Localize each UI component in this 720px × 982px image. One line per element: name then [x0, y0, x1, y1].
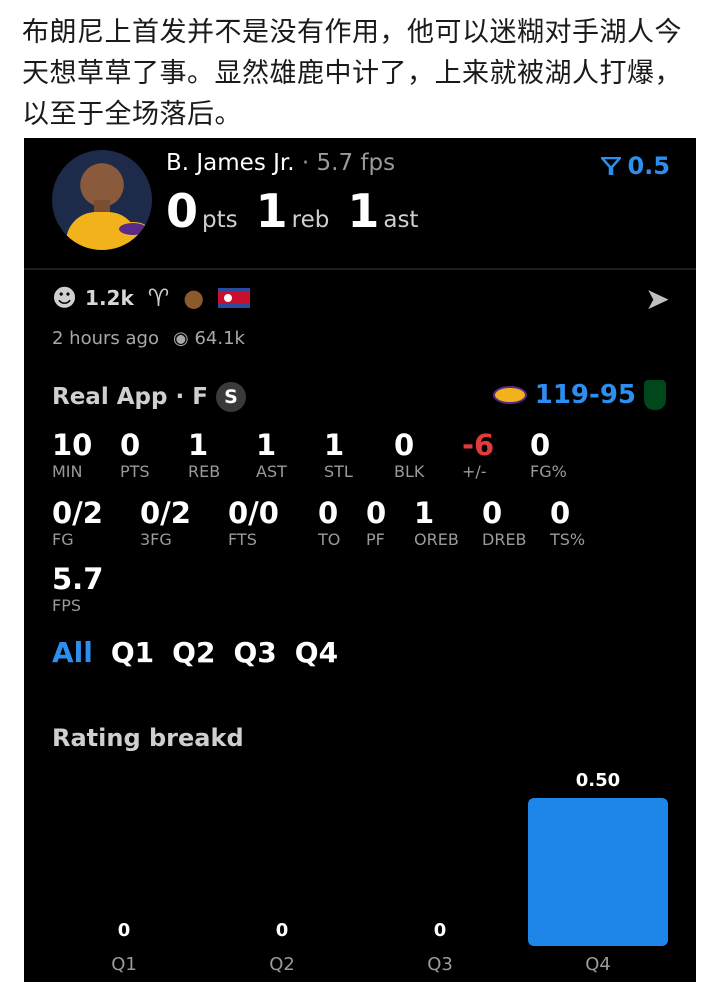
tab-q1[interactable]: Q1 — [111, 636, 154, 669]
bar-q4 — [528, 798, 668, 946]
stat-oreb: 1 OREB — [414, 496, 459, 549]
stat-plus-minus: -6 +/- — [462, 428, 495, 481]
bar-value-q3: 0 — [433, 920, 447, 941]
goat-icon[interactable]: ♈ — [148, 284, 170, 312]
lakers-logo-icon — [492, 386, 527, 404]
away-score: 95 — [599, 380, 636, 410]
stat-blk: 0 BLK — [394, 428, 425, 481]
home-score: 119 — [534, 380, 590, 410]
bar-value-q4: 0.50 — [575, 770, 621, 791]
lakers-logo-icon — [118, 222, 148, 236]
position: F — [192, 384, 208, 410]
game-source: Real App · F S — [52, 382, 246, 412]
pts-value: 0 — [166, 184, 199, 238]
stat-3fg: 0/2 3FG — [140, 496, 191, 549]
views: ◉ 64.1k — [173, 328, 245, 349]
stat-fg-pct: 0 FG% — [530, 428, 567, 481]
rating-badge[interactable]: 0.5 — [601, 152, 670, 180]
stat-fts: 0/0 FTS — [228, 496, 279, 549]
reb-unit: reb — [291, 207, 330, 233]
stat-fps: 5.7 FPS — [52, 562, 104, 615]
smile-icon[interactable]: ☻ — [52, 284, 77, 312]
ast-value: 1 — [347, 184, 380, 238]
bar-label-q4: Q4 — [585, 954, 611, 975]
stat-to: 0 TO — [318, 496, 341, 549]
poop-icon[interactable]: ● — [183, 284, 204, 312]
bar-label-q1: Q1 — [111, 954, 137, 975]
tab-q2[interactable]: Q2 — [172, 636, 215, 669]
post-time: 2 hours ago — [52, 328, 159, 349]
rating-breakdown-chart: 0 Q1 0 Q2 0 Q3 0.50 Q4 — [24, 758, 696, 982]
tab-q4[interactable]: Q4 — [295, 636, 338, 669]
source-name: Real App — [52, 384, 168, 410]
rating-value: 0.5 — [627, 152, 670, 180]
stat-reb: 1 REB — [188, 428, 221, 481]
stat-stl: 1 STL — [324, 428, 353, 481]
bar-value-q1: 0 — [117, 920, 131, 941]
headline-stats: 0 pts 1 reb 1 ast — [166, 184, 432, 238]
stat-ast: 1 AST — [256, 428, 287, 481]
player-fps: 5.7 fps — [316, 150, 396, 176]
flag-icon[interactable] — [218, 288, 251, 308]
starter-badge: S — [215, 382, 246, 412]
divider — [24, 268, 696, 270]
bucks-logo-icon — [644, 380, 666, 410]
filter-icon — [601, 157, 622, 175]
stat-ts-pct: 0 TS% — [550, 496, 586, 549]
post-caption: 布朗尼上首发并不是没有作用，他可以迷糊对手湖人今天想草草了事。显然雄鹿中计了，上… — [22, 17, 682, 130]
reb-value: 1 — [255, 184, 288, 238]
stat-dreb: 0 DREB — [482, 496, 527, 549]
share-icon[interactable]: ➤ — [645, 282, 670, 317]
name-separator: · — [301, 150, 310, 176]
tab-q3[interactable]: Q3 — [233, 636, 276, 669]
game-score[interactable]: 119-95 — [492, 380, 666, 410]
bar-value-q2: 0 — [275, 920, 289, 941]
stat-fg: 0/2 FG — [52, 496, 103, 549]
player-header: B. James Jr. · 5.7 fps — [166, 150, 395, 176]
pts-unit: pts — [202, 207, 238, 233]
bar-label-q2: Q2 — [269, 954, 295, 975]
bar-label-q3: Q3 — [427, 954, 453, 975]
app-screenshot: B. James Jr. · 5.7 fps 0 pts 1 reb 1 ast… — [24, 138, 696, 982]
eye-icon: ◉ — [172, 328, 189, 349]
quarter-tabs: All Q1 Q2 Q3 Q4 — [52, 636, 338, 669]
tab-all[interactable]: All — [52, 636, 93, 669]
source-separator: · — [175, 384, 185, 410]
post-meta: 2 hours ago ◉ 64.1k — [52, 328, 245, 349]
player-avatar[interactable] — [52, 150, 152, 250]
view-count: 64.1k — [194, 328, 245, 349]
player-name[interactable]: B. James Jr. — [166, 150, 295, 176]
smile-count: 1.2k — [85, 286, 134, 310]
ast-unit: ast — [383, 207, 419, 233]
rating-breakdown-title: Rating breakd — [52, 724, 244, 752]
score-dash: - — [589, 380, 600, 410]
reaction-bar: ☻ 1.2k ♈ ● — [52, 284, 251, 312]
stat-pf: 0 PF — [366, 496, 387, 549]
stat-min: 10 MIN — [52, 428, 93, 481]
stat-pts: 0 PTS — [120, 428, 150, 481]
